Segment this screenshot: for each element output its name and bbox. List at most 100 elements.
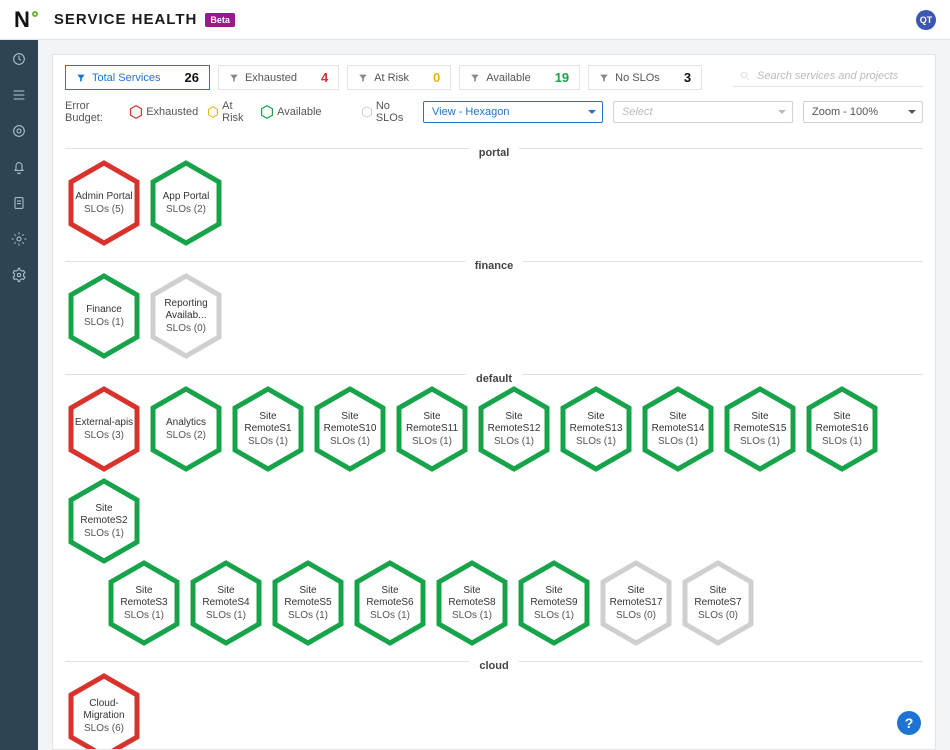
service-slo-count: SLOs (1) (658, 436, 698, 447)
filter-total-label: Total Services (92, 72, 160, 84)
filter-icon (599, 73, 609, 83)
service-hex[interactable]: Site RemoteS7SLOs (0) (679, 559, 757, 647)
service-slo-count: SLOs (1) (288, 610, 328, 621)
view-select[interactable]: View - Hexagon (423, 101, 603, 123)
service-hex[interactable]: Reporting Availab...SLOs (0) (147, 272, 225, 360)
service-slo-count: SLOs (2) (166, 204, 206, 215)
service-hex[interactable]: AnalyticsSLOs (2) (147, 385, 225, 473)
service-hex[interactable]: Site RemoteS8SLOs (1) (433, 559, 511, 647)
service-hex[interactable]: Site RemoteS9 SLOs (1) (515, 559, 593, 647)
filter-available[interactable]: Available 19 (459, 65, 580, 90)
service-slo-count: SLOs (1) (206, 610, 246, 621)
service-hex[interactable]: Site RemoteS11SLOs (1) (393, 385, 471, 473)
search-icon (739, 70, 751, 82)
service-hex[interactable]: Site RemoteS15 SLOs (1) (721, 385, 799, 473)
service-name: Site RemoteS9 (524, 585, 584, 608)
service-hex[interactable]: Site RemoteS4 SLOs (1) (187, 559, 265, 647)
panel: Total Services 26 Exhausted 4 At Risk 0 (52, 54, 936, 750)
filter-noslos[interactable]: No SLOs 3 (588, 65, 702, 90)
service-name: Site RemoteS5 (278, 585, 338, 608)
topbar: N SERVICE HEALTH Beta QT (0, 0, 950, 40)
hex-row: Site RemoteS3SLOs (1)Site RemoteS4SLOs (… (105, 559, 923, 647)
service-hex[interactable]: Site RemoteS5 SLOs (1) (269, 559, 347, 647)
legend-label: Error Budget: (65, 100, 120, 124)
service-name: Cloud-Migration (74, 698, 134, 721)
service-hex[interactable]: Cloud-Migration SLOs (6) (65, 672, 143, 749)
service-hex[interactable]: Site RemoteS17SLOs (0) (597, 559, 675, 647)
help-button[interactable]: ? (897, 711, 921, 735)
service-name: Site RemoteS15 (730, 411, 790, 434)
filter-exhausted-value: 4 (321, 70, 328, 85)
service-hex[interactable]: External-apisSLOs (3) (65, 385, 143, 473)
service-slo-count: SLOs (1) (248, 436, 288, 447)
hexagon-canvas[interactable]: portalAdmin PortalSLOs (5)App PortalSLOs… (53, 134, 935, 749)
filter-icon (76, 73, 86, 83)
filter-icon (358, 73, 368, 83)
service-name: Site RemoteS3 (114, 585, 174, 608)
filter-atrisk[interactable]: At Risk 0 (347, 65, 451, 90)
hex-row: External-apisSLOs (3)AnalyticsSLOs (2)Si… (65, 385, 923, 565)
service-name: Site RemoteS1 (238, 411, 298, 434)
chevron-down-icon (588, 110, 596, 114)
nav-report-icon[interactable] (10, 194, 28, 212)
logo-letter: N (14, 7, 30, 33)
service-slo-count: SLOs (1) (576, 436, 616, 447)
chevron-down-icon (908, 110, 916, 114)
filter-exhausted[interactable]: Exhausted 4 (218, 65, 339, 90)
counts-row: Total Services 26 Exhausted 4 At Risk 0 (53, 55, 935, 98)
group-divider: default (65, 374, 923, 375)
service-name: Finance (86, 304, 122, 316)
user-avatar[interactable]: QT (916, 10, 936, 30)
service-slo-count: SLOs (0) (616, 610, 656, 621)
zoom-select[interactable]: Zoom - 100% (803, 101, 923, 123)
filter-icon (229, 73, 239, 83)
service-name: Site RemoteS12 (484, 411, 544, 434)
group-name: portal (469, 147, 520, 159)
service-hex[interactable]: Admin PortalSLOs (5) (65, 159, 143, 247)
service-hex[interactable]: Site RemoteS2SLOs (1) (65, 477, 143, 565)
nav-dashboard-icon[interactable] (10, 50, 28, 68)
hex-icon (130, 105, 142, 119)
service-slo-count: SLOs (0) (698, 610, 738, 621)
service-name: Admin Portal (75, 191, 132, 203)
nav-bell-icon[interactable] (10, 158, 28, 176)
group-name: default (466, 373, 522, 385)
service-slo-count: SLOs (6) (84, 723, 124, 734)
nav-gear-icon[interactable] (10, 230, 28, 248)
service-slo-count: SLOs (1) (740, 436, 780, 447)
service-hex[interactable]: Site RemoteS13SLOs (1) (557, 385, 635, 473)
service-slo-count: SLOs (5) (84, 204, 124, 215)
service-name: Site RemoteS14 (648, 411, 708, 434)
service-slo-count: SLOs (1) (534, 610, 574, 621)
service-slo-count: SLOs (3) (84, 430, 124, 441)
hex-row: FinanceSLOs (1)Reporting Availab...SLOs … (65, 272, 923, 360)
hex-icon (362, 105, 372, 119)
service-slo-count: SLOs (0) (166, 323, 206, 334)
group-divider: cloud (65, 661, 923, 662)
chevron-down-icon (778, 110, 786, 114)
service-hex[interactable]: Site RemoteS12SLOs (1) (475, 385, 553, 473)
project-select[interactable]: Select (613, 101, 793, 123)
service-name: Site RemoteS10 (320, 411, 380, 434)
service-hex[interactable]: Site RemoteS10SLOs (1) (311, 385, 389, 473)
service-name: External-apis (75, 417, 133, 429)
service-hex[interactable]: Site RemoteS1 SLOs (1) (229, 385, 307, 473)
filter-exhausted-label: Exhausted (245, 72, 297, 84)
service-hex[interactable]: Site RemoteS16SLOs (1) (803, 385, 881, 473)
service-hex[interactable]: Site RemoteS3SLOs (1) (105, 559, 183, 647)
filter-atrisk-label: At Risk (374, 72, 409, 84)
nav-settings-icon[interactable] (10, 266, 28, 284)
service-hex[interactable]: FinanceSLOs (1) (65, 272, 143, 360)
service-hex[interactable]: Site RemoteS14 SLOs (1) (639, 385, 717, 473)
group-divider: portal (65, 148, 923, 149)
service-slo-count: SLOs (2) (166, 430, 206, 441)
search-input[interactable]: Search services and projects (733, 68, 923, 87)
service-hex[interactable]: Site RemoteS6SLOs (1) (351, 559, 429, 647)
group-divider: finance (65, 261, 923, 262)
nav-target-icon[interactable] (10, 122, 28, 140)
service-hex[interactable]: App PortalSLOs (2) (147, 159, 225, 247)
service-name: App Portal (163, 191, 210, 203)
service-name: Site RemoteS4 (196, 585, 256, 608)
filter-total[interactable]: Total Services 26 (65, 65, 210, 90)
nav-list-icon[interactable] (10, 86, 28, 104)
